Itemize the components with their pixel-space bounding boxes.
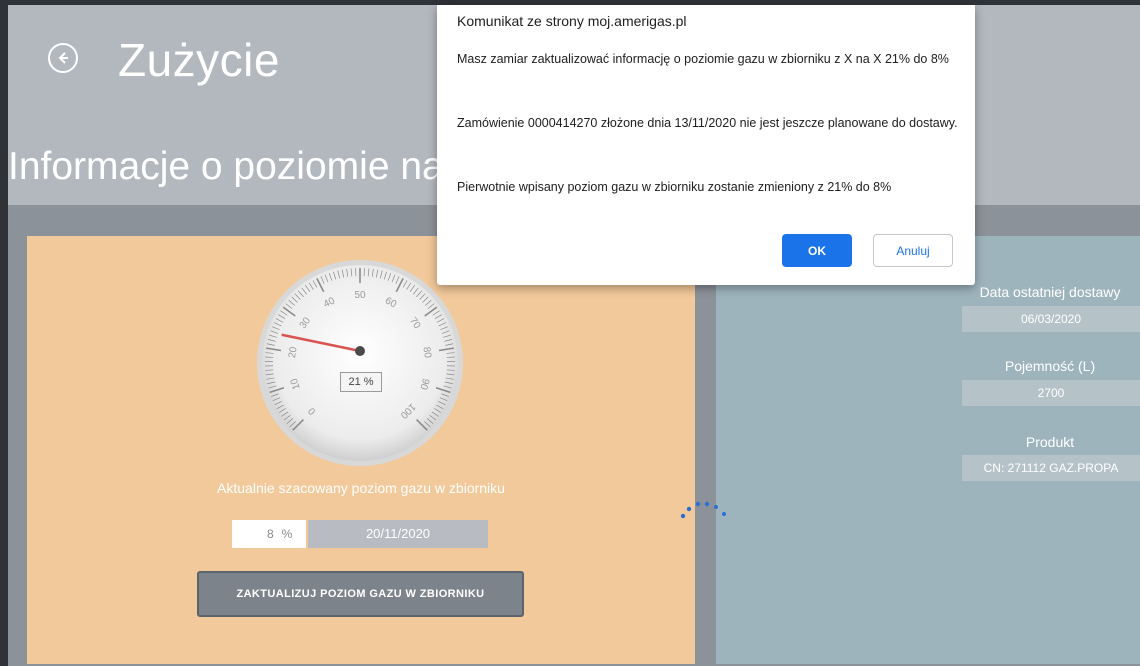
percent-unit: %	[281, 527, 293, 541]
confirm-dialog: Komunikat ze strony moj.amerigas.pl Masz…	[437, 5, 975, 285]
capacity-value: 2700	[962, 380, 1140, 406]
gas-level-date: 20/11/2020	[308, 520, 488, 548]
last-delivery-value: 06/03/2020	[962, 306, 1140, 332]
cancel-button[interactable]: Anuluj	[873, 234, 953, 267]
gas-level-label: Aktualnie szacowany poziom gazu w zbiorn…	[217, 480, 505, 496]
update-gas-level-button[interactable]: ZAKTUALIZUJ POZIOM GAZU W ZBIORNIKU	[197, 571, 524, 617]
gauge-pivot	[355, 346, 365, 356]
arrow-left-icon	[58, 52, 68, 64]
gauge-reading: 21 %	[340, 372, 382, 392]
dialog-message-order: Zamówienie 0000414270 złożone dnia 13/11…	[457, 116, 958, 130]
section-subtitle: Informacje o poziomie na	[8, 145, 438, 188]
gauge-scale-label: 20	[287, 346, 300, 359]
dialog-title: Komunikat ze strony moj.amerigas.pl	[457, 13, 687, 29]
page-title: Zużycie	[118, 34, 280, 86]
dialog-message-update: Masz zamiar zaktualizować informację o p…	[457, 52, 949, 66]
tank-info-panel	[716, 236, 1140, 664]
gauge-scale-label: 80	[420, 346, 433, 359]
last-delivery-label: Data ostatniej dostawy	[979, 284, 1121, 300]
ok-button[interactable]: OK	[782, 234, 852, 267]
product-value: CN: 271112 GAZ.PROPA	[962, 455, 1140, 481]
dialog-message-change: Pierwotnie wpisany poziom gazu w zbiorni…	[457, 180, 892, 194]
gas-gauge: 010203040 50 60708090100	[257, 260, 463, 466]
capacity-label: Pojemność (L)	[1004, 358, 1096, 374]
gauge-scale-label: 50	[354, 290, 366, 301]
product-label: Produkt	[1025, 434, 1075, 450]
back-button[interactable]	[48, 43, 78, 73]
gas-percent-field[interactable]: %	[232, 520, 306, 548]
gas-percent-input[interactable]	[245, 526, 276, 542]
window-edge	[0, 5, 8, 666]
loading-spinner-icon	[680, 501, 726, 519]
